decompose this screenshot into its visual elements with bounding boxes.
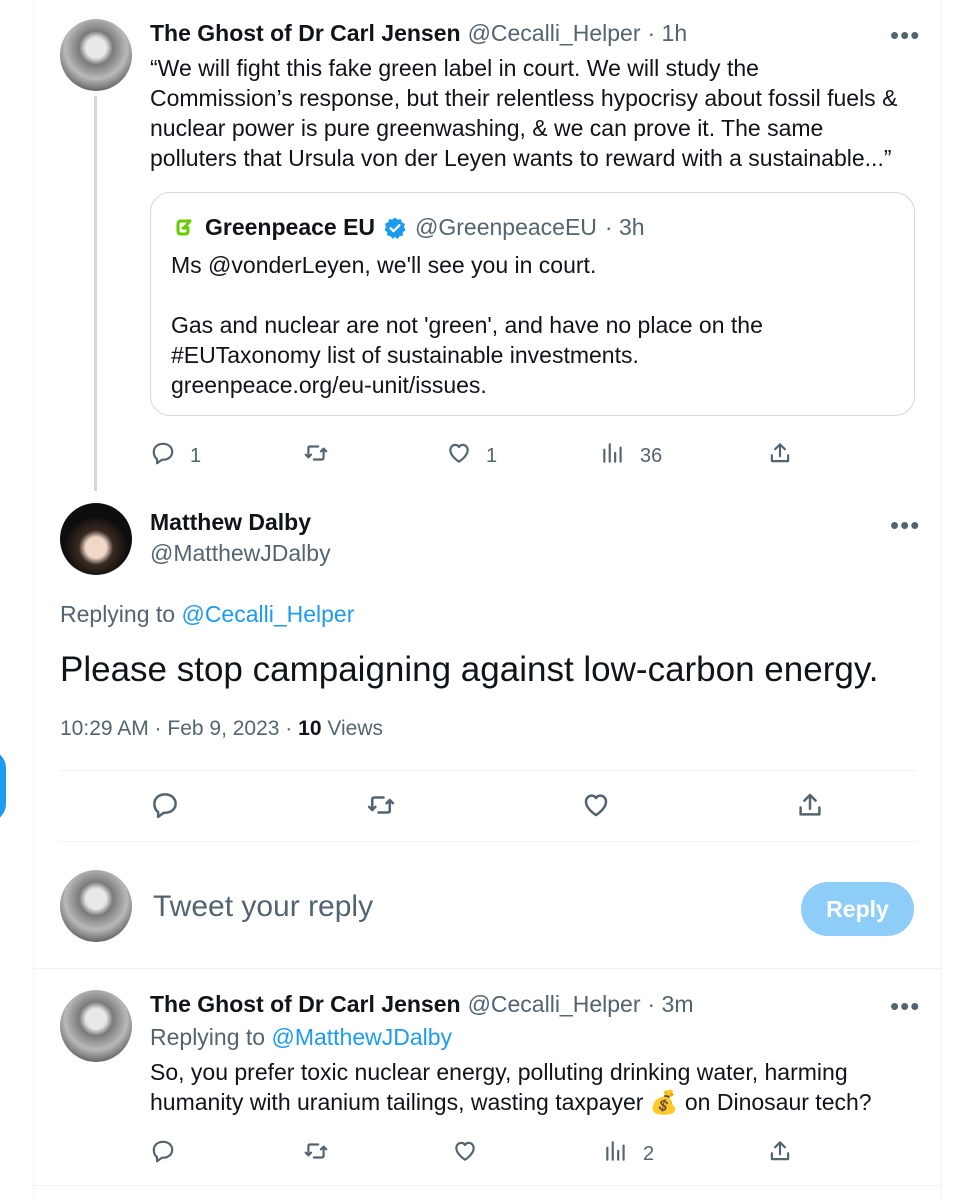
views-count: 10 [298, 717, 322, 740]
tweet-text-line: Commission’s response, but their relentl… [150, 85, 898, 111]
tweet-header: The Ghost of Dr Carl Jensen @Cecalli_Hel… [150, 991, 693, 1018]
verified-badge-icon [383, 216, 407, 240]
share-icon[interactable] [767, 1138, 793, 1170]
like-action[interactable]: 1 [446, 440, 497, 472]
share-action[interactable] [767, 440, 793, 472]
share-action[interactable] [767, 1138, 793, 1170]
retweet-action[interactable] [303, 1138, 329, 1170]
reply-count: 1 [190, 444, 202, 467]
quoted-text-line: Gas and nuclear are not 'green', and hav… [171, 312, 763, 338]
views-count: 2 [643, 1142, 655, 1165]
author-handle[interactable]: @Cecalli_Helper [468, 20, 641, 47]
replying-to-label: Replying to [150, 1024, 266, 1050]
timeline-left-border [33, 0, 34, 1200]
avatar[interactable] [60, 503, 132, 575]
like-action[interactable] [452, 1138, 478, 1170]
thread-connector-line [94, 96, 97, 491]
tweet-text-line: nuclear power is pure greenwashing, & we… [150, 115, 824, 141]
more-icon[interactable]: ••• [890, 22, 920, 48]
heart-icon[interactable] [446, 440, 472, 472]
retweet-icon[interactable] [303, 1138, 329, 1170]
share-action[interactable] [795, 790, 825, 826]
money-bag-emoji: 💰 [649, 1089, 679, 1115]
retweet-icon[interactable] [366, 790, 396, 826]
views-action[interactable]: 2 [603, 1138, 654, 1170]
replying-to-handle[interactable]: @Cecalli_Helper [181, 601, 354, 627]
reply-input[interactable]: Tweet your reply [153, 890, 373, 924]
reply-action[interactable]: 1 [150, 440, 201, 472]
divider [60, 770, 916, 771]
reply-icon[interactable] [150, 1138, 176, 1170]
tweet-text-segment: humanity with uranium tailings, wasting … [150, 1089, 644, 1115]
more-icon[interactable]: ••• [890, 512, 920, 538]
views-icon[interactable] [600, 440, 626, 472]
tweet-text-segment: on Dinosaur tech? [684, 1089, 872, 1115]
reply-action[interactable] [150, 1138, 176, 1170]
tweet-meta: 10:29 AM · Feb 9, 2023 · 10 Views [60, 717, 383, 741]
views-action[interactable]: 36 [600, 440, 662, 472]
reply-icon[interactable] [150, 790, 180, 826]
quoted-tweet[interactable]: Greenpeace EU @GreenpeaceEU · 3h Ms @von… [150, 192, 915, 416]
tweet-text-line: humanity with uranium tailings, wasting … [150, 1087, 930, 1117]
heart-icon[interactable] [452, 1138, 478, 1170]
tweet-time[interactable]: · 1h [647, 20, 687, 47]
quoted-tweet-text: Ms @vonderLeyen, we'll see you in court.… [171, 250, 891, 400]
quoted-text-link[interactable]: greenpeace.org/eu-unit/issues. [171, 370, 891, 400]
tweet-text-line: So, you prefer toxic nuclear energy, pol… [150, 1059, 848, 1085]
timeline-right-border [941, 0, 942, 1200]
retweet-icon[interactable] [303, 440, 329, 472]
views-icon[interactable] [603, 1138, 629, 1170]
retweet-action[interactable] [366, 790, 396, 826]
replying-to: Replying to @MatthewJDalby [150, 1024, 452, 1051]
quoted-author-name: Greenpeace EU [205, 214, 376, 240]
share-icon[interactable] [795, 790, 825, 826]
tweet-text-line: polluters that Ursula von der Leyen want… [150, 145, 892, 171]
author-name[interactable]: The Ghost of Dr Carl Jensen [150, 20, 461, 47]
divider [60, 841, 916, 842]
tweet-text: “We will fight this fake green label in … [150, 53, 930, 173]
tweet-timestamp[interactable]: 10:29 AM · Feb 9, 2023 · [60, 717, 292, 740]
divider [33, 968, 941, 969]
quoted-tweet-header: Greenpeace EU @GreenpeaceEU · 3h [173, 214, 645, 241]
reply-icon[interactable] [150, 440, 176, 472]
reply-action[interactable] [150, 790, 180, 826]
tweet-time[interactable]: · 3m [647, 991, 693, 1018]
heart-icon[interactable] [581, 790, 611, 826]
compose-fab-edge[interactable] [0, 750, 6, 822]
views-count: 36 [640, 444, 663, 467]
replying-to-handle[interactable]: @MatthewJDalby [271, 1024, 452, 1050]
quoted-author-handle: @GreenpeaceEU [415, 214, 597, 240]
more-icon[interactable]: ••• [890, 993, 920, 1019]
share-icon[interactable] [767, 440, 793, 472]
quoted-tweet-time: · 3h [604, 214, 645, 240]
greenpeace-logo-icon [173, 216, 197, 240]
avatar [60, 870, 132, 942]
quoted-text-line: #EUTaxonomy list of sustainable investme… [171, 342, 639, 368]
author-handle[interactable]: @Cecalli_Helper [468, 991, 641, 1018]
replying-to-label: Replying to [60, 601, 176, 627]
author-name[interactable]: The Ghost of Dr Carl Jensen [150, 991, 461, 1018]
author-name[interactable]: Matthew Dalby [150, 509, 311, 536]
quoted-text-line: Ms @vonderLeyen, we'll see you in court. [171, 252, 597, 278]
avatar[interactable] [60, 990, 132, 1062]
retweet-action[interactable] [303, 440, 329, 472]
like-action[interactable] [581, 790, 611, 826]
tweet-header: The Ghost of Dr Carl Jensen @Cecalli_Hel… [150, 20, 687, 47]
tweet-text: So, you prefer toxic nuclear energy, pol… [150, 1057, 930, 1117]
tweet-text-line: “We will fight this fake green label in … [150, 55, 759, 81]
views-label: Views [327, 717, 383, 740]
like-count: 1 [486, 444, 498, 467]
replying-to: Replying to @Cecalli_Helper [60, 601, 354, 628]
author-handle[interactable]: @MatthewJDalby [150, 540, 331, 567]
avatar[interactable] [60, 19, 132, 91]
main-tweet-text: Please stop campaigning against low-carb… [60, 650, 879, 689]
reply-button[interactable]: Reply [801, 882, 914, 936]
divider [33, 1185, 941, 1186]
